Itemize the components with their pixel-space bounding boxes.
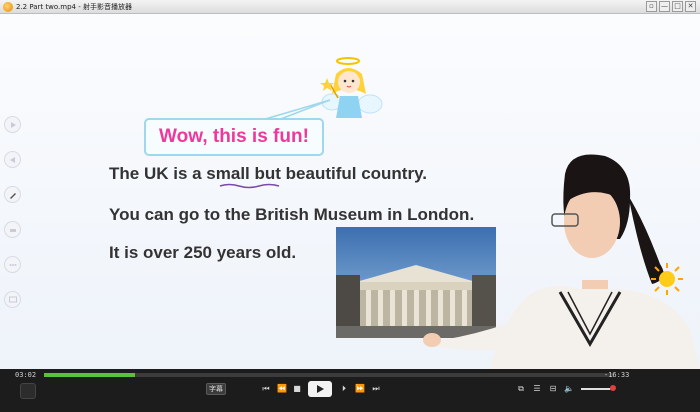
play-icon[interactable] [4, 116, 21, 133]
fast-forward-icon[interactable]: ⏩ [354, 383, 366, 395]
maximize-button[interactable]: □ [672, 1, 683, 12]
skip-end-icon[interactable]: ⏭ [370, 383, 382, 395]
step-forward-icon[interactable]: ⏵ [338, 383, 350, 395]
rewind-icon[interactable]: ⏪ [276, 383, 288, 395]
volume-fill [581, 388, 610, 390]
slide-line-3: It is over 250 years old. [109, 243, 297, 262]
open-file-icon[interactable]: ⧉ [515, 383, 527, 395]
close-button[interactable]: ✕ [685, 1, 696, 12]
slide-line-1: The UK is a small but beautiful country. [109, 164, 428, 183]
back-icon[interactable] [4, 151, 21, 168]
screen-icon[interactable] [4, 291, 21, 308]
window-controls: ▫ — □ ✕ [646, 1, 696, 12]
subtitle-button[interactable]: 字幕 [206, 383, 226, 395]
pen-icon[interactable] [4, 186, 21, 203]
player-logo-icon[interactable] [20, 383, 36, 399]
sun-icon [651, 263, 683, 295]
volume-icon[interactable]: 🔈 [563, 383, 575, 395]
time-elapsed: 03:02 [15, 371, 37, 379]
word-underline [219, 183, 280, 189]
teacher-figure [423, 154, 700, 369]
progress-bar[interactable] [44, 373, 614, 377]
app-logo-icon [3, 1, 13, 12]
progress-fill [44, 373, 136, 377]
skip-start-icon[interactable]: ⏮ [260, 383, 272, 395]
title-bar: 2.2 Part two.mp4 - 射手影音播放器 ▫ — □ ✕ [0, 0, 700, 14]
stop-icon[interactable]: ■ [292, 383, 302, 395]
playlist-icon[interactable]: ☰ [531, 383, 543, 395]
time-remaining: -16:33 [604, 371, 630, 379]
play-button[interactable] [308, 381, 332, 397]
settings-icon[interactable]: ⊟ [547, 383, 559, 395]
player-control-bar: 03:02 -16:33 字幕 ⏮ ⏪ ■ ⏵ ⏩ ⏭ ⧉ ☰ ⊟ 🔈 [0, 369, 700, 412]
speech-bubble: Wow, this is fun! [144, 118, 324, 156]
video-frame[interactable]: Wow, this is fun! The UK is a small but … [0, 14, 700, 369]
window-title: 2.2 Part two.mp4 - 射手影音播放器 [16, 2, 132, 11]
volume-knob[interactable] [610, 385, 616, 391]
eraser-icon[interactable] [4, 221, 21, 238]
more-icon[interactable] [4, 256, 21, 273]
minimize-button[interactable]: — [659, 1, 670, 12]
window-menu-button[interactable]: ▫ [646, 1, 657, 12]
